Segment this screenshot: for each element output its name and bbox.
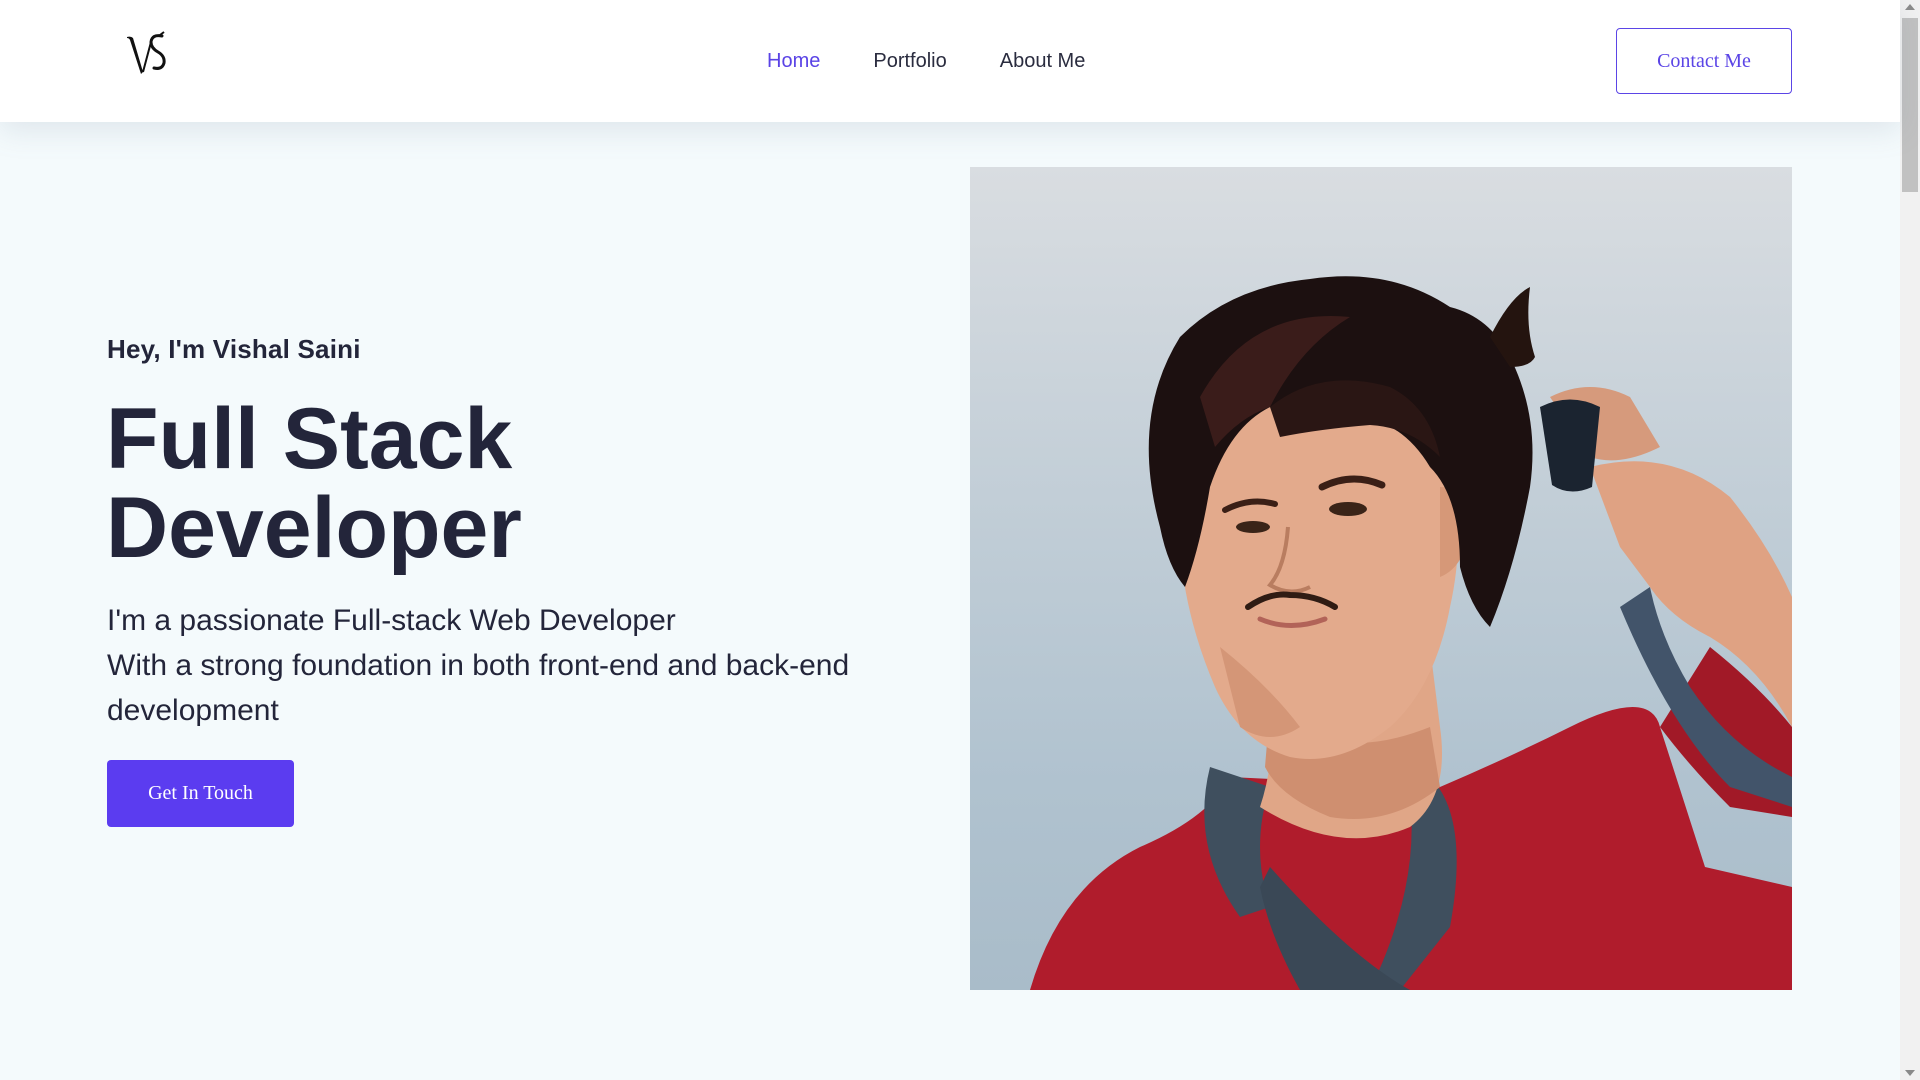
vertical-scrollbar[interactable] [1900,0,1920,1080]
site-header: Home Portfolio About Me Contact Me [0,0,1900,122]
nav-about-me[interactable]: About Me [1000,45,1086,77]
contact-me-button[interactable]: Contact Me [1616,28,1792,94]
tagline-line-1: I'm a passionate Full-stack Web Develope… [107,604,676,637]
nav-home[interactable]: Home [767,45,820,77]
logo[interactable] [124,30,172,82]
get-in-touch-button[interactable]: Get In Touch [107,760,294,827]
tagline-line-3: development [107,694,279,727]
headline-line-2: Developer [106,480,522,576]
nav-portfolio[interactable]: Portfolio [873,45,946,77]
main-nav: Home Portfolio About Me [767,45,1138,77]
tagline-line-2: With a strong foundation in both front-e… [107,649,850,682]
scrollbar-thumb[interactable] [1902,18,1918,192]
hero-greeting: Hey, I'm Vishal Saini [107,334,361,364]
hero-headline: Full Stack Developer [106,395,806,573]
headline-line-1: Full Stack [106,391,513,487]
portrait-photo [970,167,1792,990]
page: Home Portfolio About Me Contact Me Hey, … [0,0,1920,1080]
scroll-up-arrow-icon[interactable] [1905,4,1915,10]
hero-tagline: I'm a passionate Full-stack Web Develope… [107,598,887,733]
scroll-down-arrow-icon[interactable] [1905,1070,1915,1076]
